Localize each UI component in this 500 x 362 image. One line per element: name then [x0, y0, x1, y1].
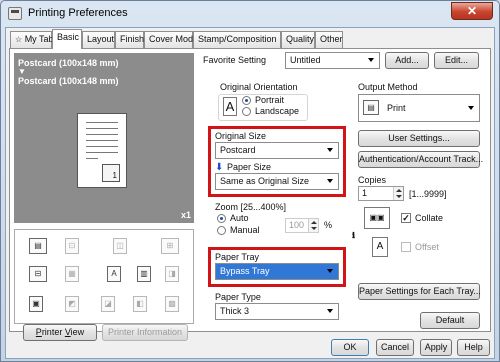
portrait-radio[interactable]: [242, 96, 251, 105]
close-button[interactable]: ✕: [451, 2, 493, 20]
output-method-dropdown[interactable]: ▤ Print: [358, 94, 480, 122]
dialog-client: ☆ My Tab Basic Layout Finish Cover Mode …: [5, 27, 495, 359]
preview-page: 1: [77, 113, 127, 188]
paper-size-label: Paper Size: [227, 162, 272, 172]
paper-size-dropdown[interactable]: Same as Original Size: [215, 173, 339, 190]
star-icon: ☆: [15, 35, 23, 44]
original-orientation-label: Original Orientation: [220, 82, 298, 92]
copies-input[interactable]: 1: [358, 186, 404, 201]
watermark-icon: ▣: [29, 296, 43, 312]
cancel-button[interactable]: Cancel: [376, 339, 414, 356]
landscape-label: Landscape: [255, 106, 300, 116]
printer-icon: [8, 7, 22, 20]
edit-button[interactable]: Edit...: [434, 52, 479, 69]
zoom-manual-label: Manual: [230, 225, 260, 235]
collate-label: Collate: [415, 213, 444, 223]
original-size-label: Original Size: [215, 131, 267, 141]
add-button[interactable]: Add...: [385, 52, 429, 69]
fax-icon: ▩: [165, 296, 179, 312]
print-output-icon: ▤: [363, 100, 379, 115]
paper-type-label: Paper Type: [215, 292, 261, 302]
chevron-down-icon: [468, 106, 474, 110]
paper-tray-dropdown[interactable]: Bypass Tray: [215, 263, 339, 280]
printer-view-button[interactable]: Printer View: [23, 324, 97, 341]
punch-icon: ◫: [113, 238, 127, 254]
preview-arrow-icon: ▼: [18, 67, 26, 76]
cover-icon: ▥: [137, 266, 151, 282]
zoom-unit: %: [324, 220, 333, 230]
favorite-setting-label: Favorite Setting: [203, 55, 267, 65]
chevron-down-icon: [368, 58, 374, 62]
staple-icon: ⊡: [65, 238, 79, 254]
zoom-auto-radio[interactable]: [217, 214, 226, 223]
window-title: Printing Preferences: [28, 7, 128, 19]
copies-label: Copies: [358, 175, 387, 185]
collate-checkbox[interactable]: ✓: [401, 213, 411, 223]
spinner-icon: [308, 219, 318, 232]
color-icon: ◩: [65, 296, 79, 312]
chevron-down-icon: [327, 269, 333, 273]
print-preview: Postcard (100x148 mm) ▼ Postcard (100x14…: [14, 53, 194, 223]
zoom-label: Zoom [25...400%]: [215, 202, 287, 212]
tab-other[interactable]: Other: [315, 31, 343, 48]
tab-my-tab[interactable]: ☆ My Tab: [10, 31, 54, 48]
chevron-down-icon: [327, 148, 333, 152]
tab-quality[interactable]: Quality: [281, 31, 315, 48]
tab-finish[interactable]: Finish: [115, 31, 144, 48]
function-icon-grid: ▤ ⊡ ◫ ⊞ ⊟ ▦ A ▥ ◨ ▣ ◩ ◪ ◧ ▩: [14, 229, 194, 324]
output-method-label: Output Method: [358, 82, 418, 92]
chevron-down-icon: [327, 309, 333, 313]
tab-layout[interactable]: Layout: [82, 31, 115, 48]
preview-paper-size: Postcard (100x148 mm): [18, 76, 119, 86]
booklet-icon: ◨: [165, 266, 179, 282]
default-button[interactable]: Default: [420, 312, 480, 329]
paper-tray-label: Paper Tray: [215, 252, 260, 262]
tab-cover-mode[interactable]: Cover Mode: [144, 31, 198, 48]
zoom-manual-radio[interactable]: [217, 226, 226, 235]
copies-range: [1...9999]: [409, 189, 447, 199]
fold-icon: ⊞: [161, 238, 179, 254]
offset-checkbox: [401, 242, 411, 252]
orientation-preview-icon: A: [223, 97, 237, 116]
secure-print-icon: ◪: [101, 296, 115, 312]
tab-stamp-composition[interactable]: Stamp/Composition: [193, 31, 281, 48]
zoom-percent-input: 100: [285, 218, 319, 233]
zoom-auto-label: Auto: [230, 213, 249, 223]
paper-type-dropdown[interactable]: Thick 3: [215, 303, 339, 320]
offset-icon: A: [372, 237, 388, 257]
title-bar: Printing Preferences ✕: [1, 1, 499, 27]
tab-basic[interactable]: Basic: [52, 29, 82, 49]
preview-scale: x1: [180, 210, 191, 220]
paper-settings-each-tray-button[interactable]: Paper Settings for Each Tray...: [358, 283, 481, 300]
spinner-icon[interactable]: [393, 187, 403, 200]
duplex-icon: ⊟: [29, 266, 47, 282]
stamp-letter-icon: A: [107, 266, 121, 282]
output-print-icon: ▤: [29, 238, 47, 254]
original-size-dropdown[interactable]: Postcard: [215, 142, 339, 159]
preview-original-size: Postcard (100x148 mm): [18, 58, 119, 68]
favorite-setting-dropdown[interactable]: Untitled: [285, 52, 380, 69]
offset-label: Offset: [415, 242, 439, 252]
apply-button[interactable]: Apply: [420, 339, 452, 356]
page-number: 1: [102, 164, 120, 182]
basic-tab-panel: Postcard (100x148 mm) ▼ Postcard (100x14…: [9, 48, 491, 341]
collate-icon: ▣▣: [364, 207, 390, 229]
chevron-down-icon: [327, 179, 333, 183]
ok-button[interactable]: OK: [331, 339, 369, 356]
blue-down-arrow-icon: ⬇: [215, 162, 224, 173]
help-button[interactable]: Help: [457, 339, 490, 356]
user-settings-button[interactable]: User Settings...: [358, 130, 480, 147]
authentication-account-track-button[interactable]: Authentication/Account Track...: [358, 151, 483, 168]
info-icon: ℹ: [352, 231, 356, 240]
box-icon: ◧: [133, 296, 147, 312]
printer-information-button: Printer Information: [102, 324, 188, 341]
printing-preferences-window: Printing Preferences ✕ ☆ My Tab Basic La…: [0, 0, 500, 362]
landscape-radio[interactable]: [242, 107, 251, 116]
combine-icon: ▦: [65, 266, 79, 282]
portrait-label: Portrait: [255, 95, 285, 105]
